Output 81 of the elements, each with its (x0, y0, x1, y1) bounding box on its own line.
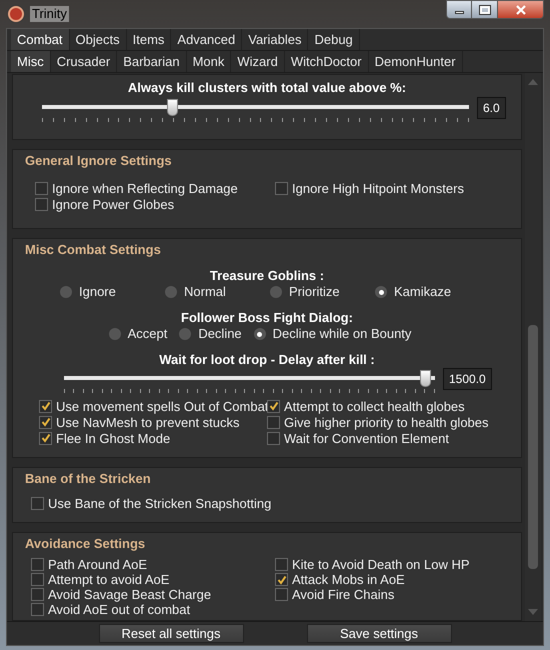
close-icon[interactable] (516, 4, 526, 14)
checkbox-label: Kite to Avoid Death on Low HP (292, 557, 470, 572)
maximize-button[interactable] (472, 0, 498, 19)
checkbox-label: Give higher priority to health globes (284, 414, 489, 430)
checkbox[interactable] (31, 603, 44, 616)
slider-label: Always kill clusters with total value above %: (126, 80, 408, 96)
checkbox-label: Path Around AoE (48, 557, 148, 572)
radio-button[interactable] (165, 286, 177, 298)
radio-label: Ignore (79, 284, 116, 300)
close-button[interactable] (498, 0, 544, 19)
section-heading: General Ignore Settings (25, 153, 173, 169)
group-label: Treasure Goblins : (208, 268, 326, 284)
checkbox-label: Flee In Ghost Mode (56, 430, 170, 446)
checkbox-label: Ignore Power Globes (52, 196, 174, 212)
checkbox[interactable] (35, 182, 48, 194)
tab[interactable]: Barbarian (117, 51, 187, 72)
radio-label: Accept (128, 326, 168, 342)
checkbox-label: Attempt to collect health globes (284, 398, 465, 414)
checkbox-label: Use NavMesh to prevent stucks (56, 414, 240, 430)
radio-label: Decline while on Bounty (272, 326, 412, 342)
radio-button[interactable] (179, 328, 192, 340)
tab[interactable]: DemonHunter (368, 51, 463, 72)
radio-button[interactable] (375, 286, 387, 298)
value-field[interactable]: 1500.0 (443, 368, 492, 390)
checkbox[interactable] (31, 573, 44, 586)
tab[interactable]: Combat (11, 29, 70, 50)
checkbox[interactable] (267, 416, 280, 428)
tab[interactable]: Misc (11, 51, 51, 72)
checkbox-label: Attempt to avoid AoE (48, 572, 170, 587)
checkbox[interactable] (39, 400, 52, 412)
group-label: Follower Boss Fight Dialog: (180, 310, 354, 326)
checkbox[interactable] (35, 198, 48, 210)
section-heading: Bane of the Stricken (25, 471, 152, 487)
tab[interactable]: Advanced (171, 29, 242, 50)
checkbox-label: Avoid Savage Beast Charge (48, 587, 212, 602)
tab[interactable]: Wizard (231, 51, 285, 72)
app-icon (8, 6, 24, 22)
checkbox[interactable] (267, 400, 280, 412)
checkbox[interactable] (275, 573, 288, 586)
value-field[interactable]: 6.0 (477, 97, 506, 119)
checkbox[interactable] (31, 588, 44, 601)
tab[interactable]: Variables (242, 29, 308, 50)
radio-button[interactable] (254, 328, 266, 340)
radio-button[interactable] (108, 328, 121, 340)
checkbox-label: Use movement spells Out of Combat (56, 398, 268, 414)
slider-thumb[interactable] (420, 370, 432, 387)
checkbox[interactable] (275, 588, 288, 601)
radio-label: Decline (198, 326, 242, 342)
checkbox[interactable] (31, 558, 44, 571)
checkbox-label: Attack Mobs in AoE (292, 572, 405, 587)
tab[interactable]: WitchDoctor (284, 51, 369, 72)
checkbox[interactable] (267, 432, 280, 444)
radio-label: Normal (184, 284, 226, 300)
tab[interactable]: Objects (70, 29, 127, 50)
checkbox[interactable] (275, 182, 288, 194)
checkbox-label: Avoid Fire Chains (292, 587, 394, 602)
radio-label: Kamikaze (394, 284, 452, 300)
slider-thumb[interactable] (166, 99, 178, 116)
minimize-button[interactable] (446, 0, 472, 19)
checkbox[interactable] (275, 558, 288, 571)
tab[interactable]: Items (126, 29, 172, 50)
checkbox[interactable] (39, 432, 52, 444)
tab[interactable]: Debug (308, 29, 360, 50)
checkbox[interactable] (31, 496, 44, 510)
button[interactable]: Save settings (306, 624, 452, 643)
tab[interactable]: Crusader (50, 51, 118, 72)
checkbox[interactable] (39, 416, 52, 428)
window-title: Trinity (30, 6, 69, 22)
radio-button[interactable] (60, 286, 72, 298)
tab[interactable]: Monk (186, 51, 232, 72)
checkbox-label: Use Bane of the Stricken Snapshotting (48, 496, 272, 510)
slider-label: Wait for loot drop - Delay after kill : (158, 352, 376, 368)
checkbox-label: Avoid AoE out of combat (48, 602, 190, 617)
checkbox-label: Ignore High Hitpoint Monsters (292, 180, 464, 196)
radio-button[interactable] (270, 286, 282, 298)
section-heading: Avoidance Settings (25, 536, 146, 552)
radio-label: Prioritize (289, 284, 340, 300)
section-heading: Misc Combat Settings (25, 242, 162, 258)
checkbox-label: Ignore when Reflecting Damage (52, 180, 238, 196)
checkbox-label: Wait for Convention Element (284, 430, 449, 446)
button[interactable]: Reset all settings (98, 624, 244, 643)
